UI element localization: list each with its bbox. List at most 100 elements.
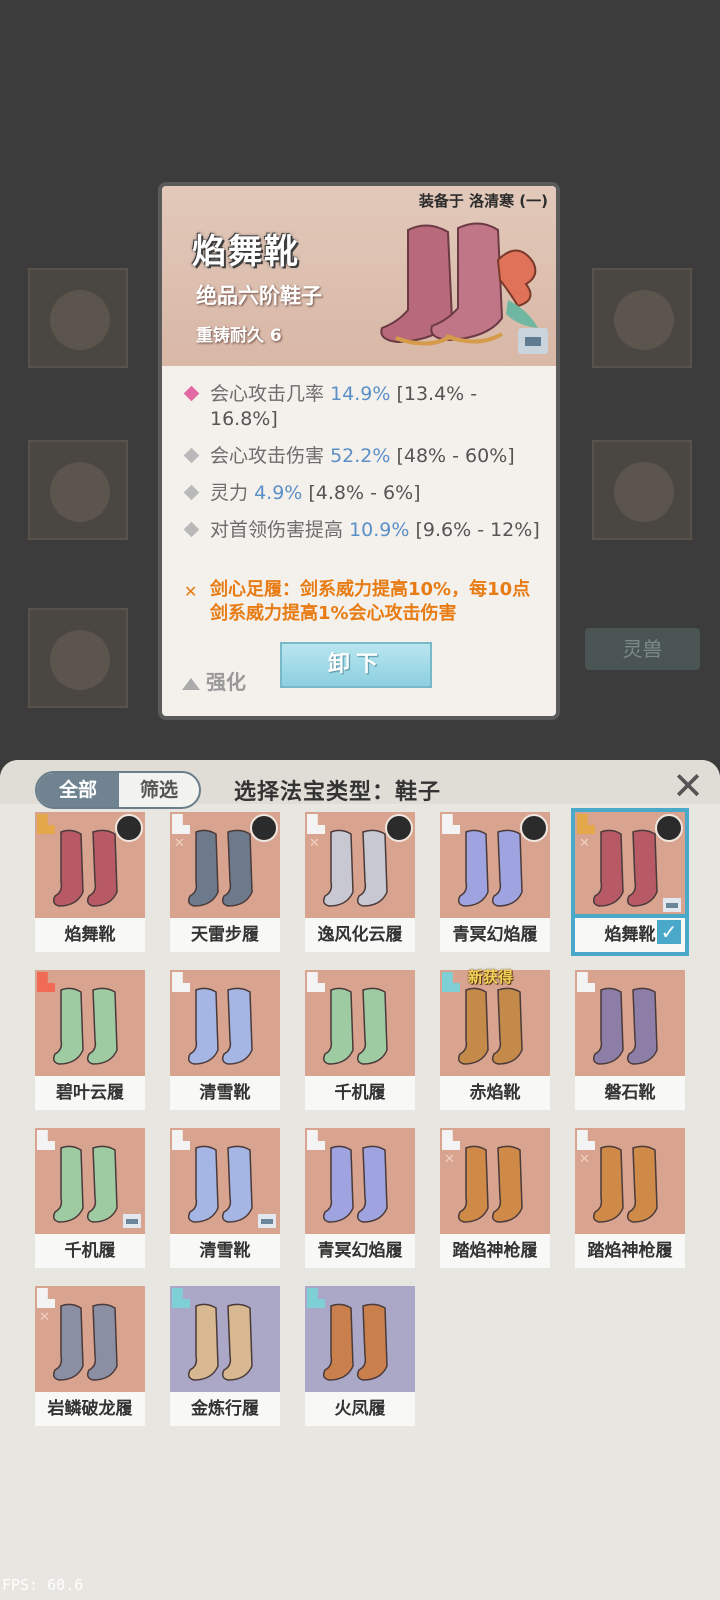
item-card[interactable]: 清雪靴 [170,970,280,1110]
filter-tabs: 全部 筛选 [35,771,201,809]
tab-all[interactable]: 全部 [37,773,119,807]
boot-icon [53,829,118,907]
sword-mark-icon: ✕ [579,1152,590,1167]
item-thumbnail: ✕ [575,1128,685,1234]
item-recast-durability: 重铸耐久 6 [196,326,282,346]
lock-icon[interactable] [518,328,548,354]
item-card[interactable]: 青冥幻焰履 [305,1128,415,1268]
item-thumbnail: ✕ [35,1286,145,1392]
boot-icon [458,987,523,1065]
boot-icon [593,987,658,1065]
character-avatar-icon [250,814,278,842]
attribute-value: 4.9% [254,482,303,504]
diamond-icon [183,484,200,501]
tab-filter[interactable]: 筛选 [119,773,199,807]
new-badge: 新获得 [468,968,514,986]
quality-boot-icon [577,972,595,992]
attribute-row: 灵力 4.9% [4.8% - 6%] [183,481,544,506]
item-card[interactable]: 碧叶云履 [35,970,145,1110]
item-grade: 绝品六阶鞋子 [196,284,322,308]
item-thumbnail [305,1128,415,1234]
boot-icon [323,987,388,1065]
boot-icon [53,987,118,1065]
quality-boot-icon [37,1130,55,1150]
sword-mark-icon: ✕ [579,836,590,851]
item-thumbnail [170,970,280,1076]
boot-icon [53,1303,118,1381]
item-name: 青冥幻焰履 [305,1234,415,1268]
item-card[interactable]: 新获得赤焰靴 [440,968,550,1110]
item-card[interactable]: 磐石靴 [575,970,685,1110]
item-name: 清雪靴 [170,1234,280,1268]
item-name: 岩鳞破龙履 [35,1392,145,1426]
quality-boot-icon [442,1130,460,1150]
sword-mark-icon: ✕ [184,582,198,601]
item-thumbnail [35,812,145,918]
checkmark-icon: ✓ [657,920,681,944]
bg-equip-slot [28,440,128,540]
beast-button[interactable]: 灵兽 [585,628,700,670]
quality-boot-icon [37,1288,55,1308]
quality-boot-icon [172,814,190,834]
enhance-button[interactable]: 强化 [182,666,246,695]
quality-boot-icon [172,972,190,992]
item-card[interactable]: ✕ 天雷步履 [170,812,280,952]
lock-icon [663,898,681,912]
item-card[interactable]: ✕ 岩鳞破龙履 [35,1286,145,1426]
item-name: 踏焰神枪履 [575,1234,685,1268]
boot-icon [323,829,388,907]
item-name: 天雷步履 [170,918,280,952]
enhance-label: 强化 [206,670,246,694]
boot-icon [458,829,523,907]
item-thumbnail [170,1128,280,1234]
item-card[interactable]: ✕ 踏焰神枪履 [575,1128,685,1268]
quality-boot-icon [172,1130,190,1150]
unequip-button[interactable]: 卸下 [280,642,432,688]
close-icon[interactable]: ✕ [668,766,708,806]
item-card[interactable]: ✕ 逸风化云履 [305,812,415,952]
boot-icon [593,1145,658,1223]
item-thumbnail [305,970,415,1076]
item-selection-panel: 全部 筛选 选择法宝类型：鞋子 ✕ 焰舞靴 ✕ 天雷步履 ✕ 逸风化云履 青冥幻焰履 ✕ 焰舞… [0,760,720,1600]
bg-equip-slot [28,608,128,708]
item-name: 踏焰神枪履 [440,1234,550,1268]
quality-boot-icon [307,1130,325,1150]
attribute-list: 会心攻击几率 14.9% [13.4% - 16.8%] 会心攻击伤害 52.2… [183,382,544,555]
item-thumbnail [35,970,145,1076]
item-name: 赤焰靴 [440,1076,550,1110]
attribute-row: 会心攻击伤害 52.2% [48% - 60%] [183,444,544,469]
arrow-up-icon [182,677,200,690]
item-card[interactable]: ✕ 踏焰神枪履 [440,1128,550,1268]
attribute-value: 52.2% [330,445,391,467]
boot-icon [188,1145,253,1223]
boot-icon [188,987,253,1065]
item-name: 清雪靴 [170,1076,280,1110]
item-detail-card: 装备于 洛清寒 (一) 焰舞靴 绝品六阶鞋子 重铸耐久 6 会心攻击几率 14.… [158,182,560,720]
item-card[interactable]: 金炼行履 [170,1286,280,1426]
card-header: 装备于 洛清寒 (一) 焰舞靴 绝品六阶鞋子 重铸耐久 6 [162,186,556,366]
item-card[interactable]: 千机履 [305,970,415,1110]
bg-equip-slot [28,268,128,368]
item-name: 青冥幻焰履 [440,918,550,952]
sword-mark-icon: ✕ [444,1152,455,1167]
boot-icon [458,1145,523,1223]
item-card[interactable]: 火凤履 [305,1286,415,1426]
quality-boot-icon [442,814,460,834]
item-name: 千机履 [305,1076,415,1110]
attribute-name: 会心攻击几率 [210,383,325,405]
item-card[interactable]: 千机履 [35,1128,145,1268]
item-card[interactable]: ✕ 焰舞靴 ✓ [571,808,689,956]
item-card[interactable]: 焰舞靴 [35,812,145,952]
attribute-range: [4.8% - 6%] [308,482,421,504]
quality-boot-icon [307,972,325,992]
quality-boot-icon [442,972,460,992]
character-avatar-icon [655,814,683,842]
item-card[interactable]: 青冥幻焰履 [440,812,550,952]
character-avatar-icon [115,814,143,842]
special-effect: ✕ 剑心足履：剑系威力提高10%，每10点剑系威力提高1%会心攻击伤害 [184,578,544,626]
attribute-range: [48% - 60%] [396,445,515,467]
item-card[interactable]: 清雪靴 [170,1128,280,1268]
item-thumbnail: ✕ [571,808,689,922]
item-title: 焰舞靴 [192,232,300,272]
item-thumbnail [440,812,550,918]
